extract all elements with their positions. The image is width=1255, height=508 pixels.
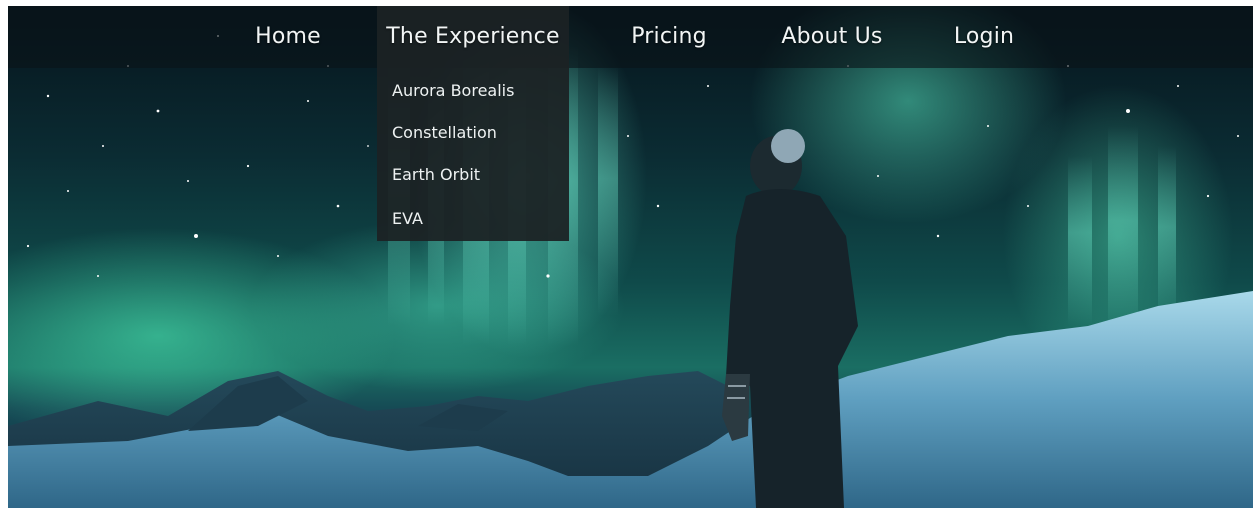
experience-dropdown-menu: Aurora Borealis Constellation Earth Orbi…: [377, 68, 569, 241]
dropdown-item-eva[interactable]: EVA: [377, 198, 569, 240]
dropdown-item-aurora-borealis[interactable]: Aurora Borealis: [377, 70, 569, 112]
aurora-scene: [8, 35, 1253, 508]
nav-the-experience[interactable]: The Experience: [377, 6, 569, 68]
nav-pricing[interactable]: Pricing: [612, 6, 726, 68]
nav-home[interactable]: Home: [236, 6, 340, 68]
nav-about-us[interactable]: About Us: [766, 6, 898, 68]
stars: [26, 35, 1239, 278]
nav-login[interactable]: Login: [938, 6, 1030, 68]
dropdown-item-constellation[interactable]: Constellation: [377, 112, 569, 154]
hero-image: [8, 6, 1253, 508]
dropdown-item-earth-orbit[interactable]: Earth Orbit: [377, 154, 569, 196]
